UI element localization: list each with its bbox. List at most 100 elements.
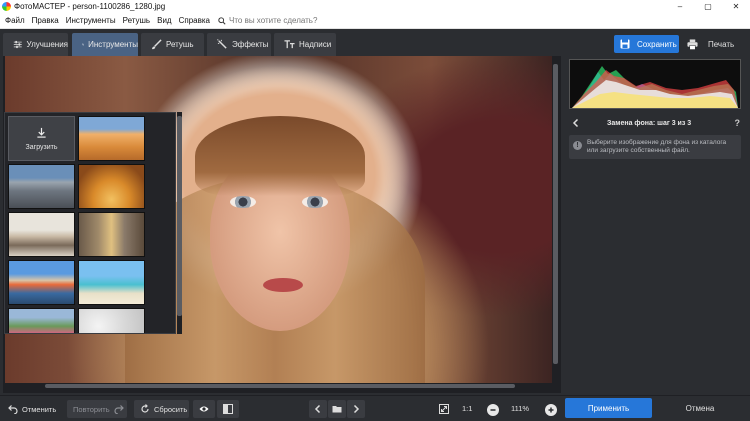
photo-eye-right [302,196,328,208]
thumbnail-flower-garden[interactable] [8,308,75,333]
menu-help[interactable]: Справка [179,16,210,25]
preview-toggle-button[interactable] [193,400,215,418]
zoom-level: 111% [511,404,530,413]
next-image-button[interactable] [347,400,365,418]
thumbnail-city-skyline[interactable] [8,164,75,209]
menu-tools[interactable]: Инструменты [66,16,116,25]
upload-button[interactable]: Загрузить [8,116,75,161]
eye-icon [199,406,209,412]
tab-label: Надписи [299,40,332,49]
compare-button[interactable] [217,400,239,418]
folder-icon [332,406,342,413]
compare-icon [223,404,233,414]
back-arrow-icon[interactable] [571,118,581,128]
tab-enhancements[interactable]: Улучшения [3,33,68,56]
scrollbar-thumb[interactable] [177,116,182,316]
zoom-out-button[interactable] [487,404,499,416]
redo-button[interactable]: Повторить [67,400,127,418]
crop-icon [82,43,85,46]
floppy-disk-icon [620,39,630,49]
info-icon: ! [573,141,582,150]
app-window: ФотоМАСТЕР - person-1100286_1280.jpg – ▢… [0,0,750,421]
text-icon [284,40,295,49]
photo-eye-left [230,196,256,208]
canvas-horizontal-scrollbar[interactable] [5,383,552,389]
menu-edit[interactable]: Правка [32,16,59,25]
brush-icon [151,39,162,50]
menu-retouch[interactable]: Ретушь [123,16,151,25]
thumbnail-autumn-park[interactable] [78,164,145,209]
photo-bangs [195,116,365,196]
maximize-button[interactable]: ▢ [694,0,722,13]
redo-label: Повторить [73,404,110,414]
tab-tools[interactable]: Инструменты [72,33,138,56]
actual-size-button[interactable]: 1:1 [462,404,472,413]
minus-icon [490,409,496,411]
info-box: ! Выберите изображение для фона из катал… [569,135,741,159]
thumbnail-beach[interactable] [78,260,145,305]
chevron-right-icon [353,404,360,414]
download-arrow-icon [37,127,46,138]
print-label: Печать [708,39,735,49]
printer-icon [687,38,698,50]
redo-icon [114,405,124,414]
tab-label: Инструменты [88,40,138,49]
undo-label: Отменить [22,404,57,414]
thumbnail-harbor-houses[interactable] [8,260,75,305]
menu-view[interactable]: Вид [157,16,171,25]
search-icon [218,16,226,25]
window-controls: – ▢ ✕ [666,0,750,13]
histogram-graph [570,60,740,108]
save-label: Сохранить [637,39,677,49]
close-button[interactable]: ✕ [722,0,750,13]
tab-retouch[interactable]: Ретушь [141,33,204,56]
canvas-vertical-scrollbar[interactable] [552,56,559,383]
reset-label: Сбросить [154,404,188,414]
app-logo-icon [2,2,11,11]
right-panel: Замена фона: шаг 3 из 3 ? ! Выберите изо… [565,56,750,393]
scrollbar-thumb[interactable] [553,64,558,364]
panel-header: Замена фона: шаг 3 из 3 ? [565,116,750,130]
minimize-button[interactable]: – [666,0,694,13]
search-input[interactable] [228,16,369,25]
upload-label: Загрузить [25,143,58,151]
plus-icon [548,407,554,413]
info-text: Выберите изображение для фона из каталог… [587,139,727,154]
window-title: ФотоМАСТЕР - person-1100286_1280.jpg [14,2,166,11]
undo-button[interactable]: Отменить [8,400,63,418]
magic-wand-icon [217,39,227,49]
histogram [569,59,741,109]
help-button[interactable]: ? [735,118,741,128]
sliders-icon [13,40,22,49]
save-button[interactable]: Сохранить [614,35,679,53]
tab-label: Эффекты [232,40,269,49]
undo-icon [8,405,18,414]
fit-to-screen-button[interactable] [437,400,451,418]
menu-search [218,16,369,25]
scrollbar-thumb[interactable] [45,384,515,388]
tab-label: Ретушь [166,40,194,49]
gallery-scrollbar[interactable] [177,112,182,334]
thumbnail-desert[interactable] [78,116,145,161]
panel-title: Замена фона: шаг 3 из 3 [607,119,692,127]
previous-image-button[interactable] [309,400,327,418]
print-button[interactable]: Печать [683,35,743,53]
menu-file[interactable]: Файл [5,16,25,25]
fit-screen-icon [439,404,449,414]
reset-button[interactable]: Сбросить [134,400,189,418]
zoom-in-button[interactable] [545,404,557,416]
open-folder-button[interactable] [328,400,346,418]
thumbnail-living-room[interactable] [8,212,75,257]
menu-bar: Файл Правка Инструменты Ретушь Вид Справ… [0,13,750,29]
tab-effects[interactable]: Эффекты [207,33,271,56]
thumbnail-white-texture[interactable] [78,308,145,333]
background-gallery: Загрузить [4,112,176,334]
tab-label: Улучшения [26,40,68,49]
apply-button[interactable]: Применить [565,398,652,418]
tab-captions[interactable]: Надписи [274,33,336,56]
title-bar: ФотоМАСТЕР - person-1100286_1280.jpg – ▢… [0,0,750,13]
thumbnail-city-street[interactable] [78,212,145,257]
reset-icon [141,404,149,413]
cancel-button[interactable]: Отмена [655,398,745,418]
chevron-left-icon [314,404,321,414]
